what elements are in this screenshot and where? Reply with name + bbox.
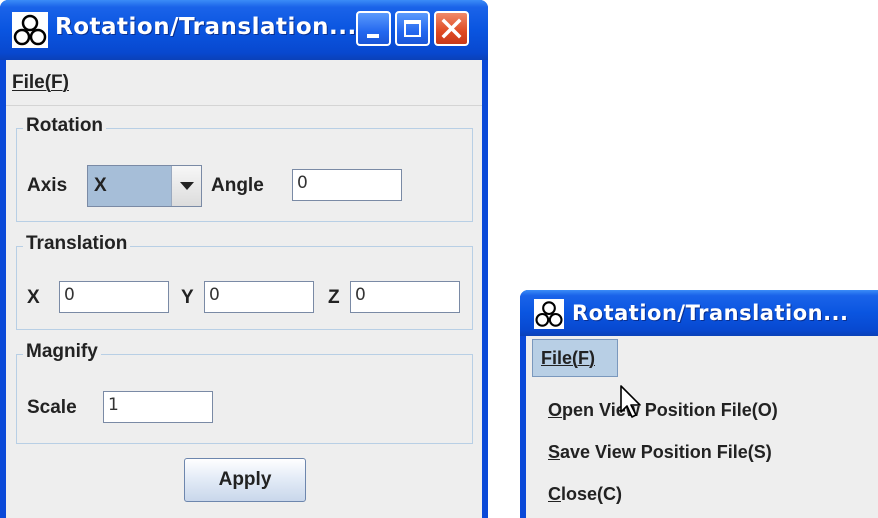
magnify-group: Magnify Scale 1 bbox=[16, 341, 473, 444]
mouse-cursor-icon bbox=[620, 385, 641, 418]
rotation-legend: Rotation bbox=[23, 115, 107, 137]
window-title: Rotation/Translation... bbox=[572, 301, 849, 325]
axis-dropdown-arrow[interactable] bbox=[171, 166, 201, 206]
maximize-icon bbox=[404, 20, 421, 37]
angle-label: Angle bbox=[211, 175, 264, 196]
y-label: Y bbox=[181, 287, 194, 308]
axis-label: Axis bbox=[27, 175, 68, 196]
scale-label: Scale bbox=[27, 397, 77, 418]
menu-bar: File(F) bbox=[6, 60, 482, 106]
apply-button[interactable]: Apply bbox=[184, 458, 306, 502]
java-app-icon bbox=[12, 12, 48, 48]
angle-input[interactable]: 0 bbox=[292, 169, 402, 201]
close-icon bbox=[441, 18, 462, 39]
rotation-group: Rotation Axis X Angle 0 bbox=[16, 115, 473, 222]
maximize-button[interactable] bbox=[395, 11, 430, 46]
translation-group: Translation X 0 Y 0 Z 0 bbox=[16, 233, 473, 330]
title-bar[interactable]: Rotation/Translation... bbox=[0, 0, 488, 60]
menu-item-close[interactable]: Close(C) bbox=[548, 484, 622, 505]
magnify-legend: Magnify bbox=[23, 341, 101, 363]
minimize-icon bbox=[367, 34, 379, 38]
y-input[interactable]: 0 bbox=[204, 281, 314, 313]
java-app-icon bbox=[534, 299, 564, 329]
minimize-button[interactable] bbox=[356, 11, 391, 46]
z-label: Z bbox=[328, 287, 340, 308]
title-bar[interactable]: Rotation/Translation... bbox=[520, 290, 878, 336]
close-button[interactable] bbox=[434, 11, 469, 46]
window-title: Rotation/Translation... bbox=[55, 14, 357, 40]
axis-dropdown[interactable]: X bbox=[87, 165, 202, 207]
menu-bar: File(F) bbox=[526, 336, 878, 378]
menu-file[interactable]: File(F) bbox=[12, 72, 69, 94]
axis-selected-value: X bbox=[94, 175, 107, 196]
rotation-translation-window-menu-open: Rotation/Translation... File(F) Open Vie… bbox=[520, 290, 878, 518]
menu-item-save-view-position[interactable]: Save View Position File(S) bbox=[548, 442, 772, 463]
translation-legend: Translation bbox=[23, 233, 131, 255]
menu-item-open-view-position[interactable]: Open View Position File(O) bbox=[548, 400, 778, 421]
rotation-translation-window: Rotation/Translation... File(F) Rotation… bbox=[0, 0, 488, 518]
scale-input[interactable]: 1 bbox=[103, 391, 213, 423]
x-input[interactable]: 0 bbox=[59, 281, 169, 313]
menu-file-open[interactable]: File(F) bbox=[532, 339, 618, 377]
window-client-area: File(F) Rotation Axis X Angle 0 Translat… bbox=[6, 60, 482, 518]
window-client-area: File(F) Open View Position File(O) Save … bbox=[526, 336, 878, 518]
z-input[interactable]: 0 bbox=[350, 281, 460, 313]
x-label: X bbox=[27, 287, 40, 308]
chevron-down-icon bbox=[180, 182, 194, 190]
